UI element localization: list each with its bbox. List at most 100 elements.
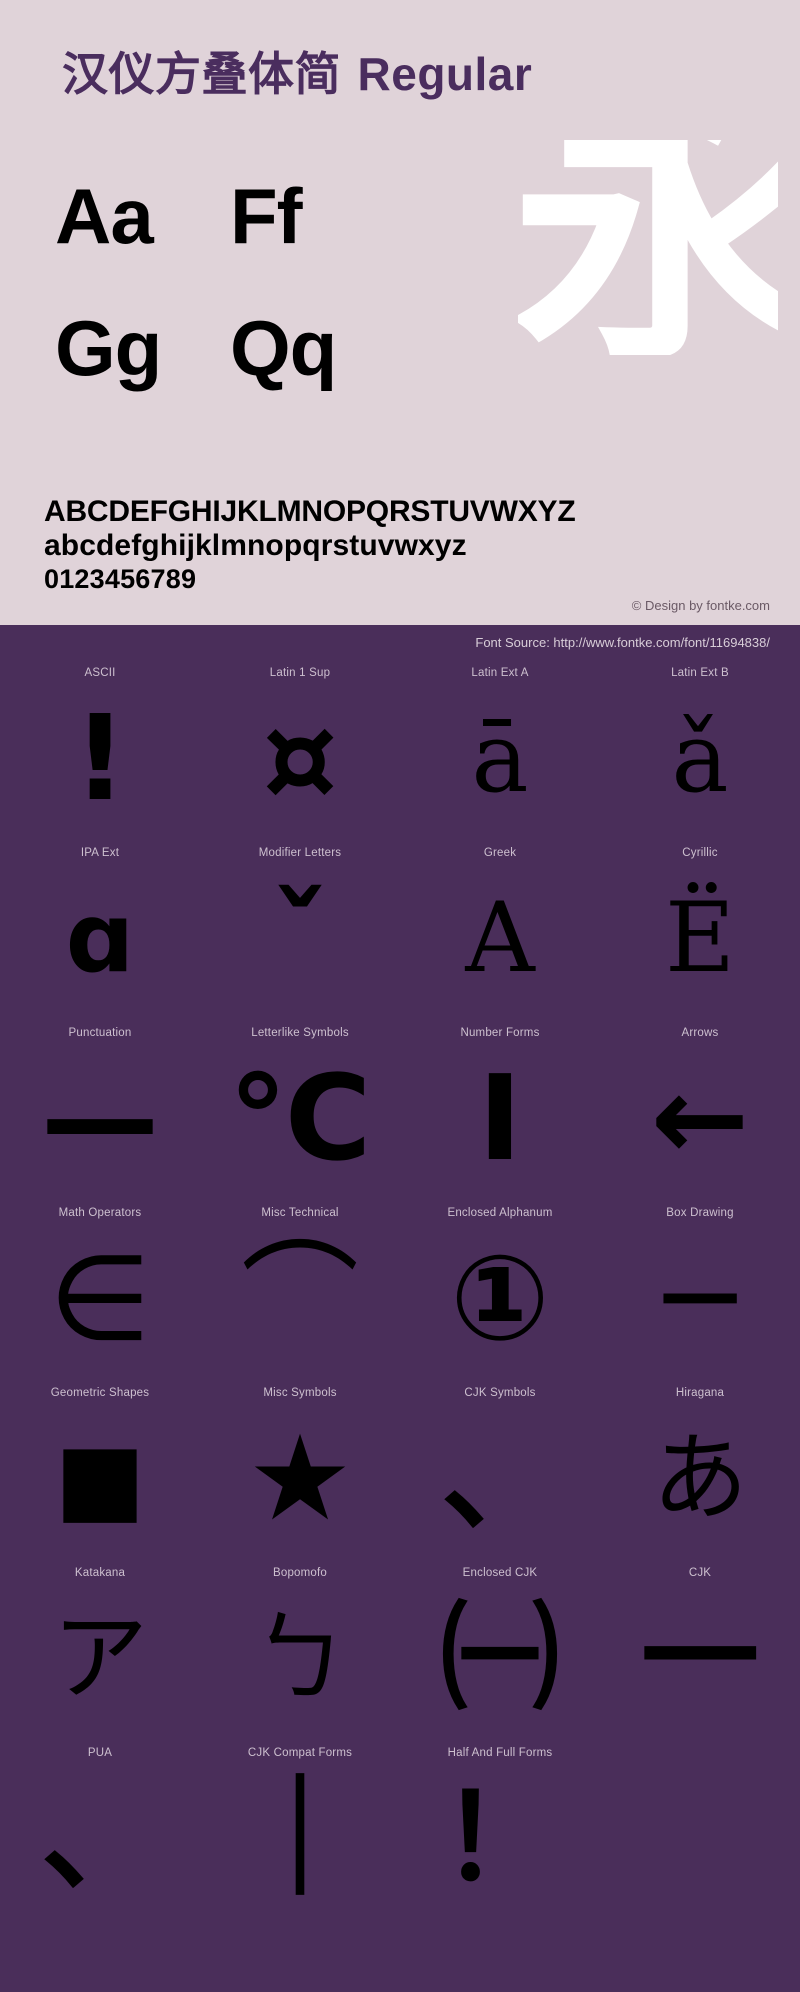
block-cell-enclosed-cjk: Enclosed CJK ㈠ [400, 1563, 600, 1743]
block-cell-misc-symbols: Misc Symbols ★ [200, 1383, 400, 1563]
block-label: CJK Symbols [464, 1387, 536, 1399]
block-label: Math Operators [58, 1207, 142, 1219]
block-label: CJK Compat Forms [247, 1747, 353, 1759]
block-cell-cjk: CJK 一 [600, 1563, 800, 1743]
block-label: Half And Full Forms [447, 1747, 553, 1759]
block-cell-bopomofo: Bopomofo ㄅ [200, 1563, 400, 1743]
block-glyph: ア [52, 1602, 148, 1714]
block-cell-box-drawing: Box Drawing ─ [600, 1203, 800, 1383]
block-cell-cjk-symbols: CJK Symbols 、 [400, 1383, 600, 1563]
design-credit: © Design by fontke.com [631, 598, 770, 613]
block-label: Modifier Letters [258, 847, 342, 859]
page-title-style: Regular [357, 48, 533, 100]
font-source-link[interactable]: Font Source: http://www.fontke.com/font/… [475, 635, 770, 650]
block-glyph: あ [652, 1422, 748, 1534]
block-glyph: ɑ [65, 882, 135, 994]
block-glyph: ! [73, 689, 127, 827]
block-label: PUA [87, 1747, 113, 1759]
block-glyph: 、 [40, 1769, 159, 1907]
block-glyph: ∈ [48, 1229, 152, 1367]
block-glyph: ā [471, 702, 529, 814]
block-label: Latin Ext A [471, 667, 529, 679]
block-glyph: ─ [664, 1229, 736, 1367]
block-label: Number Forms [460, 1027, 540, 1039]
block-glyph: 一 [640, 1589, 759, 1727]
sample-pair-row: Gg Qq [55, 307, 405, 392]
block-glyph [600, 1763, 800, 1913]
block-label: Katakana [74, 1567, 126, 1579]
block-cell-cjk-compat-forms: CJK Compat Forms ｜ [200, 1743, 400, 1923]
block-row: Punctuation — Letterlike Symbols ℃ Numbe… [0, 1023, 800, 1203]
block-label: ASCII [84, 667, 116, 679]
block-label: Enclosed Alphanum [447, 1207, 553, 1219]
block-cell-latin-ext-a: Latin Ext A ā [400, 663, 600, 843]
block-glyph: ★ [247, 1409, 353, 1547]
sample-pair-qq: Qq [230, 304, 337, 392]
block-cell-ascii: ASCII ! [0, 663, 200, 843]
block-row: Math Operators ∈ Misc Technical ⌒ Enclos… [0, 1203, 800, 1383]
block-cell-pua: PUA 、 [0, 1743, 200, 1923]
block-cell-letterlike-symbols: Letterlike Symbols ℃ [200, 1023, 400, 1203]
block-label: Enclosed CJK [462, 1567, 538, 1579]
alphabet-listing: ABCDEFGHIJKLMNOPQRSTUVWXYZ abcdefghijklm… [44, 495, 576, 595]
block-glyph: ㄅ [252, 1602, 348, 1714]
alphabet-uppercase: ABCDEFGHIJKLMNOPQRSTUVWXYZ [44, 495, 576, 528]
block-glyph: ¤ [262, 689, 338, 827]
block-cell-number-forms: Number Forms Ⅰ [400, 1023, 600, 1203]
block-cell-latin-1-sup: Latin 1 Sup ¤ [200, 663, 400, 843]
block-row: Geometric Shapes ■ Misc Symbols ★ CJK Sy… [0, 1383, 800, 1563]
sample-pair-aa: Aa [55, 172, 154, 260]
block-label: Cyrillic [682, 847, 718, 859]
block-cell-arrows: Arrows ← [600, 1023, 800, 1203]
block-label: IPA Ext [80, 847, 120, 859]
block-row: IPA Ext ɑ Modifier Letters ˇ Greek Α Cyr… [0, 843, 800, 1023]
block-cell-geometric-shapes: Geometric Shapes ■ [0, 1383, 200, 1563]
block-glyph: ㈠ [440, 1589, 559, 1727]
block-glyph: ① [450, 1229, 550, 1367]
block-label: Geometric Shapes [50, 1387, 150, 1399]
unicode-block-grid: ASCII ! Latin 1 Sup ¤ Latin Ext A ā Lati… [0, 663, 800, 1923]
block-glyph: Ё [664, 882, 736, 994]
block-cell-modifier-letters: Modifier Letters ˇ [200, 843, 400, 1023]
sample-pair-gg: Gg [55, 304, 162, 392]
block-cell-half-and-full-forms: Half And Full Forms ！ [400, 1743, 600, 1923]
block-cell-latin-ext-b: Latin Ext B ǎ [600, 663, 800, 843]
block-glyph: ℃ [228, 1049, 372, 1187]
block-label: Hiragana [675, 1387, 725, 1399]
block-label: Greek [483, 847, 517, 859]
block-cell-katakana: Katakana ア [0, 1563, 200, 1743]
alphabet-digits: 0123456789 [44, 564, 197, 594]
block-label: Latin 1 Sup [269, 667, 331, 679]
block-glyph: ■ [54, 1422, 146, 1534]
block-cell-misc-technical: Misc Technical ⌒ [200, 1203, 400, 1383]
unicode-blocks-panel: Font Source: http://www.fontke.com/font/… [0, 625, 800, 1992]
page-title-cjk: 汉仪方叠体简 [62, 47, 341, 101]
sample-letter-pairs: Aa Ff Gg Qq [55, 175, 405, 392]
sample-pair-ff: Ff [230, 172, 303, 260]
block-glyph: Ⅰ [478, 1049, 522, 1187]
block-label: CJK [688, 1567, 712, 1579]
block-glyph: ｜ [240, 1769, 359, 1907]
block-label: Letterlike Symbols [251, 1027, 349, 1039]
block-row: Katakana ア Bopomofo ㄅ Enclosed CJK ㈠ CJK… [0, 1563, 800, 1743]
block-cell-ipa-ext: IPA Ext ɑ [0, 843, 200, 1023]
block-glyph: ！ [440, 1769, 559, 1907]
block-label: Box Drawing [666, 1207, 734, 1219]
block-glyph: ǎ [671, 702, 729, 814]
block-cell-math-operators: Math Operators ∈ [0, 1203, 200, 1383]
block-cell-punctuation: Punctuation — [0, 1023, 200, 1203]
block-glyph: Α [465, 882, 535, 994]
block-glyph: ˇ [270, 869, 330, 1007]
block-label: Misc Symbols [263, 1387, 337, 1399]
block-label: Bopomofo [272, 1567, 328, 1579]
block-label: Latin Ext B [671, 667, 729, 679]
block-label: Punctuation [68, 1027, 132, 1039]
block-label: Misc Technical [261, 1207, 339, 1219]
alphabet-lowercase: abcdefghijklmnopqrstuvwxyz [44, 529, 467, 562]
showcase-glyph-container: 永 [518, 140, 778, 355]
block-row: PUA 、 CJK Compat Forms ｜ Half And Full F… [0, 1743, 800, 1923]
block-label: Arrows [681, 1027, 719, 1039]
block-cell-cyrillic: Cyrillic Ё [600, 843, 800, 1023]
block-row: ASCII ! Latin 1 Sup ¤ Latin Ext A ā Lati… [0, 663, 800, 843]
showcase-glyph-yong: 永 [518, 140, 778, 355]
